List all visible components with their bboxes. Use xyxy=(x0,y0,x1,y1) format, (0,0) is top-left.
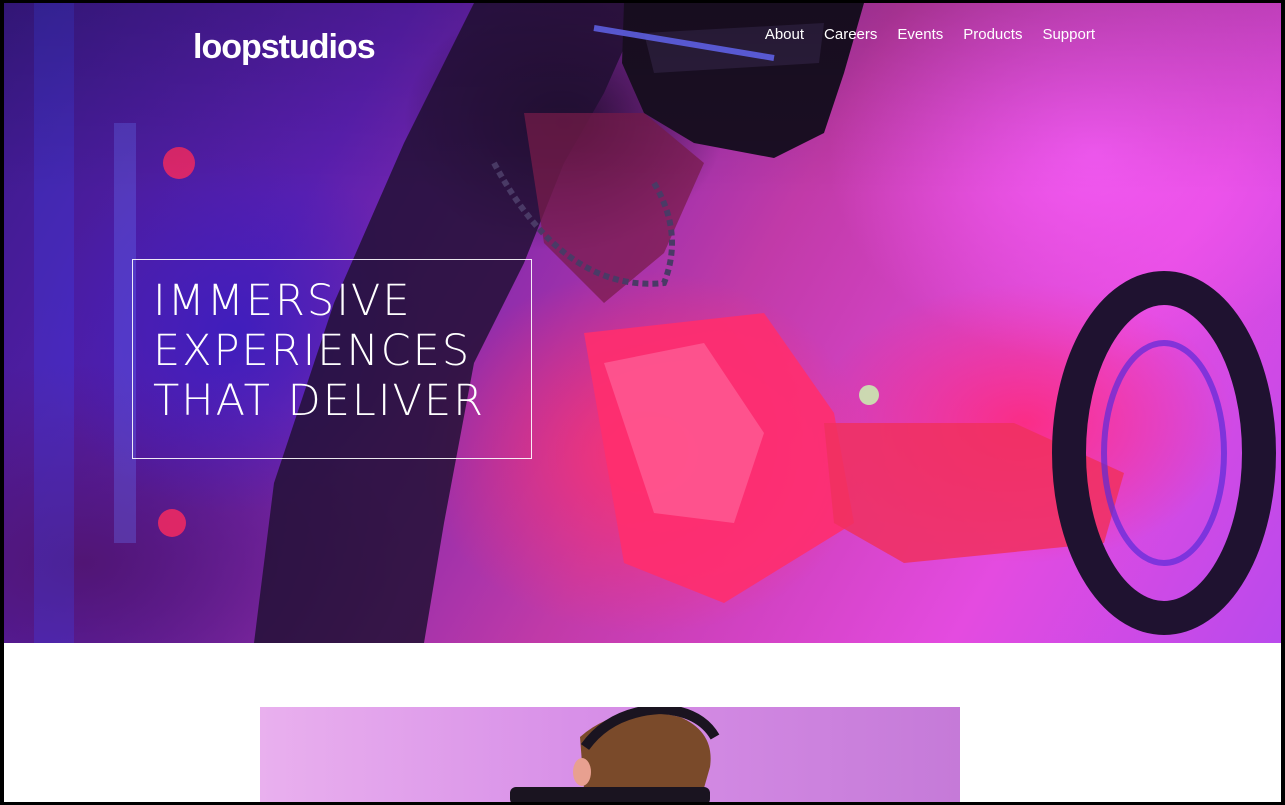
nav-link-events[interactable]: Events xyxy=(897,25,943,45)
main-nav: About Careers Events Products Support xyxy=(765,25,1095,45)
hero-headline-line-3: THAT DELIVER xyxy=(153,376,485,426)
hero-headline-line-1: IMMERSIVE xyxy=(153,276,412,326)
site-logo[interactable]: loopstudios xyxy=(193,28,376,67)
intro-photo-vr-user xyxy=(510,707,720,802)
nav-link-products[interactable]: Products xyxy=(963,25,1022,45)
nav-link-support[interactable]: Support xyxy=(1042,25,1095,45)
nav-link-careers[interactable]: Careers xyxy=(824,25,877,45)
hero-headline-line-2: EXPERIENCES xyxy=(153,326,472,376)
page: loopstudios About Careers Events Product… xyxy=(4,3,1281,802)
nav-link-about[interactable]: About xyxy=(765,25,804,45)
hero-headline-box: IMMERSIVE EXPERIENCES THAT DELIVER xyxy=(132,259,532,459)
hero-section: loopstudios About Careers Events Product… xyxy=(4,3,1281,643)
intro-image-vr-user xyxy=(260,707,960,802)
